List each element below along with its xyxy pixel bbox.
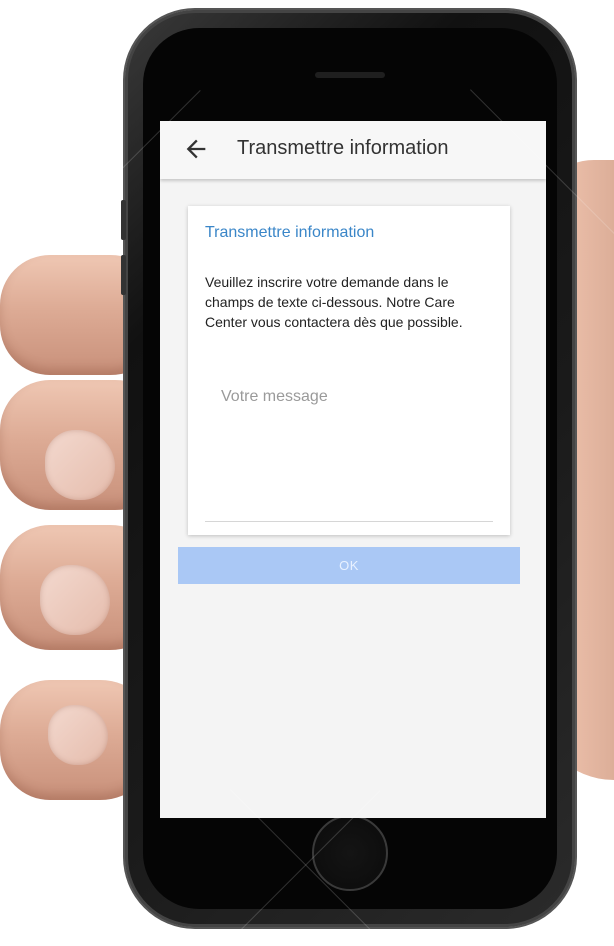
fingernail-2 [45,430,115,500]
arrow-left-icon[interactable] [182,135,210,163]
card-title: Transmettre information [205,224,375,241]
home-button[interactable] [312,815,388,891]
volume-down-button [121,255,126,295]
message-card: Transmettre information Veuillez inscrir… [188,206,510,535]
message-input[interactable] [205,376,493,522]
app-bar: Transmettre information [160,121,546,179]
app-screen: Transmettre information Transmettre info… [160,121,546,818]
volume-up-button [121,200,126,240]
fingernail-3 [40,565,110,635]
earpiece-speaker [315,72,385,78]
fingernail-4 [48,705,108,765]
card-description: Veuillez inscrire votre demande dans le … [205,274,463,330]
page-title: Transmettre information [237,137,449,159]
ok-button[interactable]: OK [178,547,520,584]
